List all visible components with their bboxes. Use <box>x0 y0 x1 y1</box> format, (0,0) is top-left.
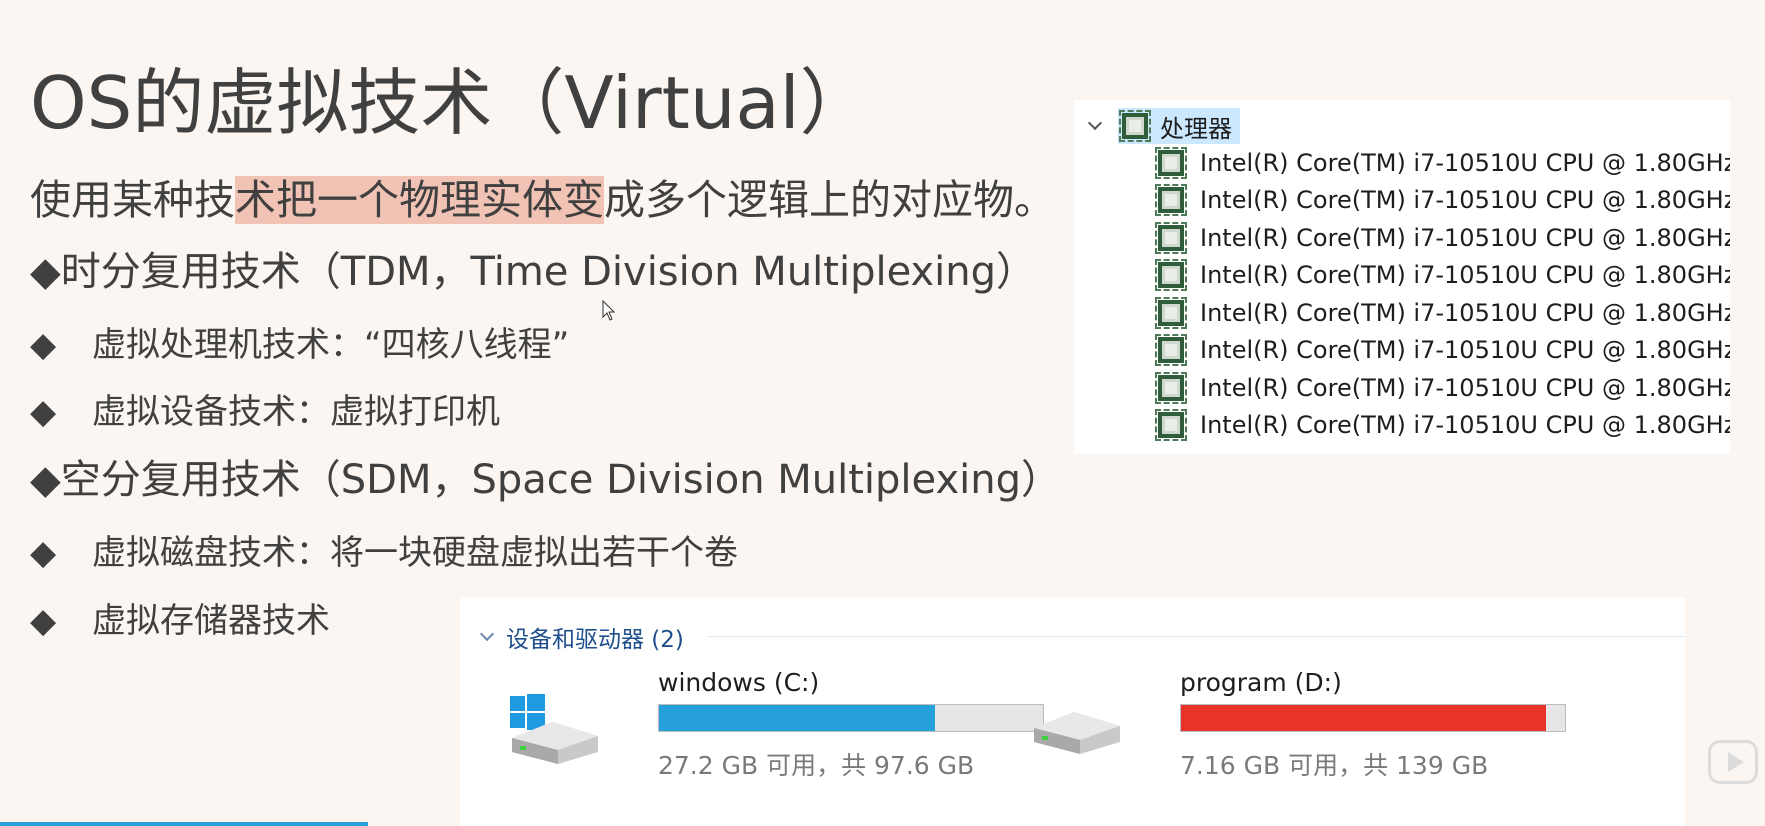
processor-item-label: Intel(R) Core(TM) i7-10510U CPU @ 1.80GH… <box>1200 298 1730 327</box>
bullet-text: 虚拟磁盘技术：将一块硬盘虚拟出若干个卷 <box>92 533 738 573</box>
description-text: 使用某种技 <box>30 176 235 224</box>
mouse-cursor-icon <box>602 300 616 321</box>
bullet-marker: ◆ <box>30 392 57 432</box>
bullet-text: 虚拟处理机技术：“四核八线程” <box>92 325 570 365</box>
processor-chip-icon <box>1155 184 1187 217</box>
drive-space-info: 27.2 GB 可用，共 97.6 GB <box>658 751 975 780</box>
devices-and-drives-label: 设备和驱动器 (2) <box>506 627 684 653</box>
processor-item[interactable]: Intel(R) Core(TM) i7-10510U CPU @ 1.80GH… <box>1155 369 1730 407</box>
processor-item[interactable]: Intel(R) Core(TM) i7-10510U CPU @ 1.80GH… <box>1155 219 1730 257</box>
slide-description: 使用某种技术把一个物理实体变成多个逻辑上的对应物。 <box>30 170 1055 230</box>
bullet-text: 虚拟存储器技术 <box>92 601 330 641</box>
bullet-marker: ◆ <box>30 325 57 365</box>
devices-and-drives-header[interactable]: 设备和驱动器 (2) <box>478 620 684 654</box>
processor-item-label: Intel(R) Core(TM) i7-10510U CPU @ 1.80GH… <box>1200 336 1730 365</box>
processor-category-selected[interactable]: 处理器 <box>1118 108 1240 144</box>
processor-item-label: Intel(R) Core(TM) i7-10510U CPU @ 1.80GH… <box>1200 261 1730 290</box>
processor-category[interactable]: 处理器 <box>1086 108 1240 144</box>
divider <box>708 636 1685 637</box>
drive-usage-fill <box>1181 705 1546 731</box>
processor-item[interactable]: Intel(R) Core(TM) i7-10510U CPU @ 1.80GH… <box>1155 332 1730 370</box>
processor-chip-icon <box>1155 259 1187 292</box>
processor-item-label: Intel(R) Core(TM) i7-10510U CPU @ 1.80GH… <box>1200 411 1730 440</box>
devices-and-drives-panel: 设备和驱动器 (2) windows (C:) 27.2 GB 可用，共 97.… <box>460 598 1685 826</box>
processor-item[interactable]: Intel(R) Core(TM) i7-10510U CPU @ 1.80GH… <box>1155 294 1730 332</box>
video-progress-bar[interactable] <box>0 822 368 826</box>
processor-list: Intel(R) Core(TM) i7-10510U CPU @ 1.80GH… <box>1155 144 1730 445</box>
drive-space-info: 7.16 GB 可用，共 139 GB <box>1180 751 1489 780</box>
play-icon[interactable] <box>1708 740 1758 784</box>
processor-item-label: Intel(R) Core(TM) i7-10510U CPU @ 1.80GH… <box>1200 148 1730 177</box>
bullet-virtual-processor: ◆ 虚拟处理机技术：“四核八线程” <box>30 320 569 370</box>
processor-item[interactable]: Intel(R) Core(TM) i7-10510U CPU @ 1.80GH… <box>1155 182 1730 220</box>
slide: OS的虚拟技术（Virtual） 使用某种技术把一个物理实体变成多个逻辑上的对应… <box>0 0 1765 826</box>
processor-chip-icon <box>1119 110 1151 142</box>
processor-chip-icon <box>1155 334 1187 367</box>
processor-item[interactable]: Intel(R) Core(TM) i7-10510U CPU @ 1.80GH… <box>1155 407 1730 445</box>
bullet-sdm: ◆空分复用技术（SDM，Space Division Multiplexing） <box>30 457 1061 503</box>
processor-item-label: Intel(R) Core(TM) i7-10510U CPU @ 1.80GH… <box>1200 186 1730 215</box>
device-manager-panel: 处理器 Intel(R) Core(TM) i7-10510U CPU @ 1.… <box>1074 100 1730 454</box>
processor-item[interactable]: Intel(R) Core(TM) i7-10510U CPU @ 1.80GH… <box>1155 257 1730 295</box>
chevron-down-icon[interactable] <box>1086 117 1104 135</box>
processor-chip-icon <box>1155 221 1187 254</box>
processor-chip-icon <box>1155 146 1187 179</box>
bullet-virtual-disk: ◆ 虚拟磁盘技术：将一块硬盘虚拟出若干个卷 <box>30 528 738 578</box>
bullet-virtual-memory: ◆ 虚拟存储器技术 <box>30 596 330 646</box>
drive-usage-fill <box>659 705 936 731</box>
bullet-marker: ◆ <box>30 601 57 641</box>
processor-item[interactable]: Intel(R) Core(TM) i7-10510U CPU @ 1.80GH… <box>1155 144 1730 182</box>
processor-chip-icon <box>1155 371 1187 404</box>
drive-name: program (D:) <box>1180 668 1342 697</box>
processor-item-label: Intel(R) Core(TM) i7-10510U CPU @ 1.80GH… <box>1200 223 1730 252</box>
hard-drive-icon <box>1034 712 1120 754</box>
chevron-down-icon[interactable] <box>478 628 496 646</box>
processor-item-label: Intel(R) Core(TM) i7-10510U CPU @ 1.80GH… <box>1200 373 1730 402</box>
processor-chip-icon <box>1155 296 1187 329</box>
processor-category-label: 处理器 <box>1160 114 1232 143</box>
bullet-virtual-device: ◆ 虚拟设备技术：虚拟打印机 <box>30 387 500 437</box>
bullet-tdm: ◆时分复用技术（TDM，Time Division Multiplexing） <box>30 249 1037 295</box>
windows-drive-icon <box>510 694 598 764</box>
slide-title: OS的虚拟技术（Virtual） <box>30 61 872 145</box>
drive-usage-bar <box>1180 704 1566 732</box>
bullet-marker: ◆ <box>30 533 57 573</box>
drive-name: windows (C:) <box>658 668 820 697</box>
description-text-end: 成多个逻辑上的对应物。 <box>604 176 1055 224</box>
drive-usage-bar <box>658 704 1044 732</box>
bullet-text: 虚拟设备技术：虚拟打印机 <box>92 392 500 432</box>
description-highlight: 术把一个物理实体变 <box>235 176 604 224</box>
processor-chip-icon <box>1155 409 1187 442</box>
